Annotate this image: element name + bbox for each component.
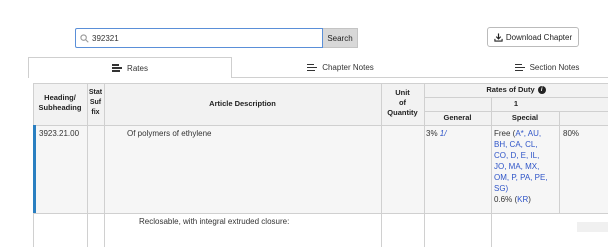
search-input[interactable] xyxy=(92,33,312,43)
header-column-1: 1 xyxy=(513,99,519,108)
rates-table: Heading/ Subheading Stat Suf fix Article… xyxy=(33,83,608,247)
tab-chapter-notes[interactable]: Chapter Notes xyxy=(233,57,448,78)
header-article-description: Article Description xyxy=(209,99,276,108)
special-rate: Free (A*, AU, BH, CA, CL, CO, D, E, IL, … xyxy=(494,128,558,205)
footnote-link[interactable]: 1/ xyxy=(440,129,447,138)
special-codes-link[interactable]: CO, D, E, IL, xyxy=(494,151,539,160)
list-icon xyxy=(112,64,123,72)
header-rates-of-duty: Rates of Duty i xyxy=(424,85,608,95)
header-special: Special xyxy=(511,113,539,122)
tab-divider xyxy=(232,77,608,78)
column-2-rate: 80% xyxy=(563,129,580,138)
tab-label: Chapter Notes xyxy=(322,63,374,72)
list-icon xyxy=(514,63,525,72)
rates-of-duty-label: Rates of Duty xyxy=(486,85,535,94)
list-icon xyxy=(307,63,318,72)
special-prefix: Free ( xyxy=(494,129,516,138)
download-icon xyxy=(494,32,503,42)
special-alt-suffix: ) xyxy=(528,195,531,204)
special-alt-code-link[interactable]: KR xyxy=(517,195,528,204)
general-rate-value: 3% xyxy=(426,129,440,138)
tab-section-notes[interactable]: Section Notes xyxy=(486,57,608,78)
special-codes-link[interactable]: OM, P, PA, PE, xyxy=(494,173,548,182)
special-codes-link[interactable]: SG) xyxy=(494,184,508,193)
article-description: Of polymers of ethylene xyxy=(127,129,212,138)
special-alt-prefix: 0.6% ( xyxy=(494,195,518,204)
info-icon[interactable]: i xyxy=(537,86,546,94)
tab-rates[interactable]: Rates xyxy=(28,57,232,78)
header-general: General xyxy=(443,113,472,122)
tab-bar: Rates Chapter Notes Section Notes xyxy=(28,57,608,78)
header-heading-subheading: Heading/ Subheading xyxy=(38,93,82,112)
heading-number: 3923.21.00 xyxy=(39,129,80,138)
download-chapter-label: Download Chapter xyxy=(505,32,573,42)
download-chapter-button[interactable]: Download Chapter xyxy=(487,27,579,47)
special-codes-link[interactable]: A*, AU, xyxy=(515,129,541,138)
next-row-description: Reclosable, with integral extruded closu… xyxy=(139,217,290,226)
horizontal-scrollbar[interactable] xyxy=(577,222,608,232)
search-button[interactable]: Search xyxy=(323,28,358,48)
row-highlight-bar xyxy=(33,125,36,213)
header-unit-of-quantity: Unit of Quantity xyxy=(387,88,418,117)
general-rate: 3% 1/ xyxy=(426,128,446,139)
search-icon xyxy=(80,33,89,43)
special-codes-link[interactable]: JO, MA, MX, xyxy=(494,162,539,171)
header-stat-suffix: Stat Suf fix xyxy=(88,89,103,116)
special-codes-link[interactable]: BH, CA, CL, xyxy=(494,140,538,149)
search-field[interactable] xyxy=(75,28,323,48)
tab-label: Rates xyxy=(127,63,148,73)
tab-label: Section Notes xyxy=(529,63,580,72)
